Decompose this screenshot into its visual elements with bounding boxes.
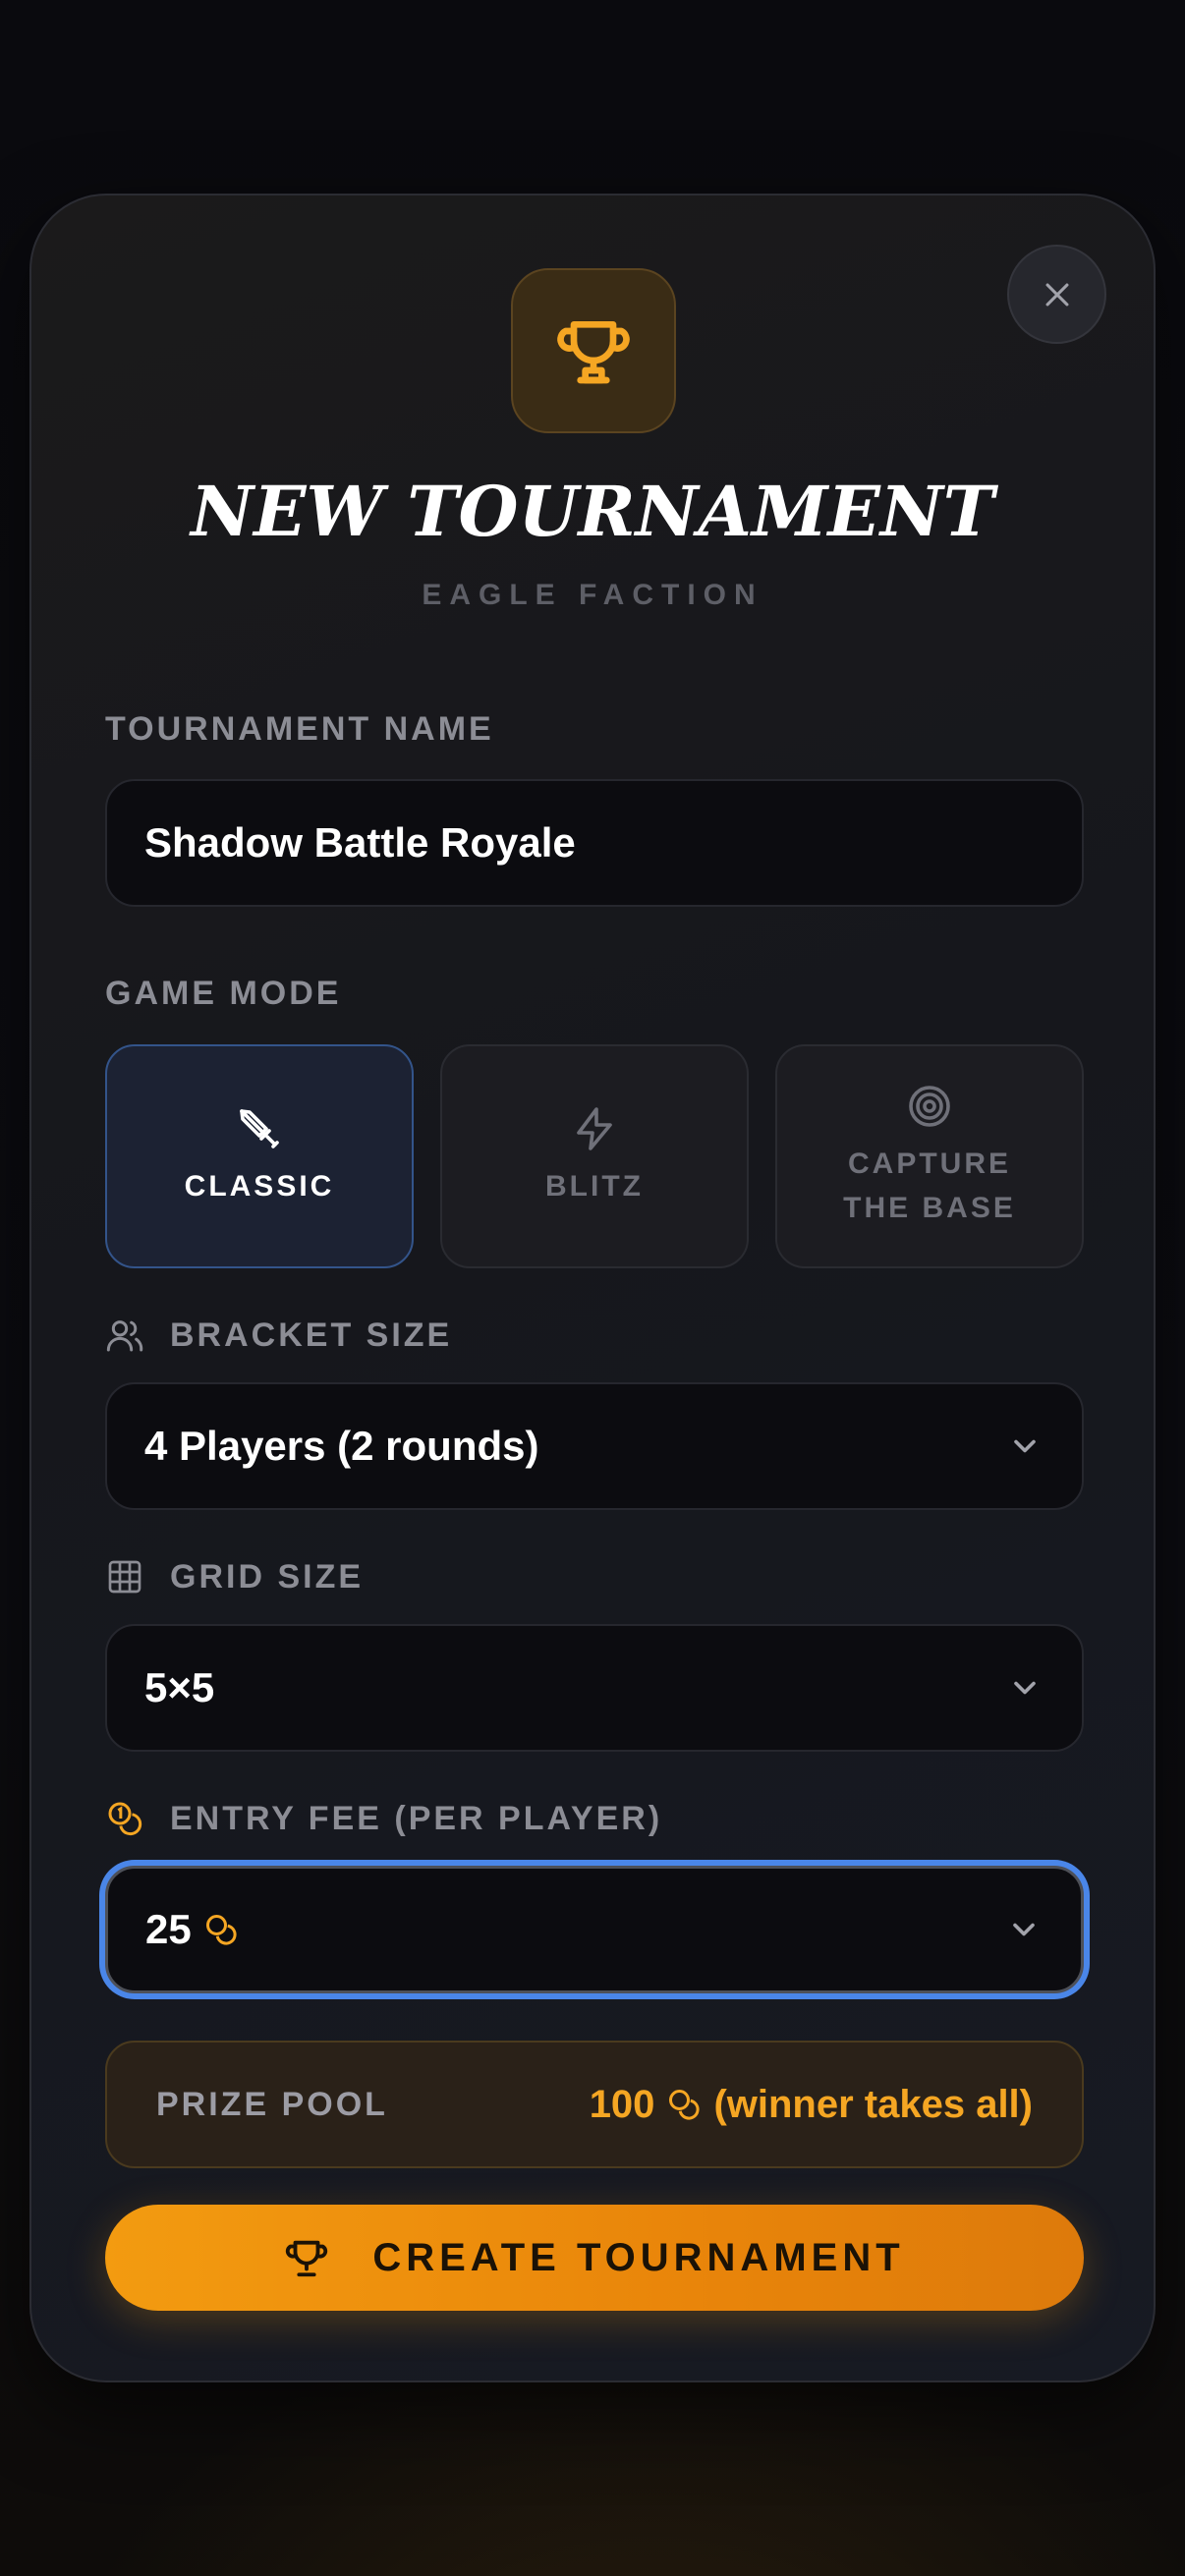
tournament-name-label: TOURNAMENT NAME — [105, 710, 494, 748]
faction-subtitle: EAGLE FACTION — [422, 579, 763, 611]
grid-size-value: 5×5 — [144, 1664, 215, 1710]
coins-icon — [108, 1802, 142, 1836]
entry-fee-value: 25 — [145, 1906, 192, 1952]
sword-icon — [240, 1108, 279, 1148]
game-mode-capture-label-1: CAPTURE — [847, 1148, 1011, 1180]
chevron-down-icon — [1014, 1681, 1036, 1695]
close-icon — [1045, 283, 1068, 306]
prize-pool-value: 100 (winner takes all) — [590, 2083, 1033, 2127]
coin-icon — [205, 1915, 237, 1945]
bracket-size-value: 4 Players (2 rounds) — [144, 1423, 539, 1469]
game-mode-blitz[interactable]: BLITZ — [440, 1044, 749, 1268]
entry-fee-select[interactable]: 25 — [105, 1866, 1084, 1993]
prize-pool-label: PRIZE POOL — [156, 2085, 388, 2123]
game-mode-capture-label-2: THE BASE — [843, 1192, 1016, 1224]
chevron-down-icon — [1013, 1923, 1035, 1936]
create-tournament-button[interactable]: CREATE TOURNAMENT — [105, 2205, 1084, 2311]
prize-pool-note: (winner takes all) — [713, 2082, 1033, 2126]
game-mode-blitz-label: BLITZ — [545, 1169, 644, 1203]
grid-size-select[interactable]: 5×5 — [105, 1624, 1084, 1752]
trophy-icon — [557, 321, 630, 384]
trophy-icon — [286, 2240, 328, 2277]
tournament-name-value: Shadow Battle Royale — [144, 819, 576, 866]
grid-icon — [108, 1560, 141, 1594]
lightning-icon — [577, 1106, 612, 1150]
modal-title: NEW TOURNAMENT — [191, 471, 994, 552]
chevron-down-icon — [1014, 1439, 1036, 1453]
game-mode-capture-the-base[interactable]: CAPTURE THE BASE — [775, 1044, 1084, 1268]
game-mode-classic-label: CLASSIC — [184, 1169, 335, 1203]
prize-pool-panel: PRIZE POOL 100 (winner takes all) — [105, 2041, 1084, 2168]
entry-fee-label: ENTRY FEE (PER PLAYER) — [105, 1799, 662, 1838]
game-mode-label: GAME MODE — [105, 975, 342, 1012]
grid-size-label: GRID SIZE — [105, 1557, 364, 1596]
bracket-size-select[interactable]: 4 Players (2 rounds) — [105, 1382, 1084, 1510]
coin-icon — [669, 2090, 701, 2120]
close-button[interactable] — [1007, 245, 1106, 344]
tournament-name-input[interactable]: Shadow Battle Royale — [105, 779, 1084, 907]
game-mode-classic[interactable]: CLASSIC — [105, 1044, 414, 1268]
bracket-size-label: BRACKET SIZE — [105, 1316, 452, 1355]
target-icon — [909, 1086, 950, 1127]
prize-pool-amount: 100 — [589, 2082, 655, 2126]
create-tournament-modal: NEW TOURNAMENT EAGLE FACTION TOURNAMENT … — [29, 194, 1156, 2382]
users-icon — [106, 1320, 143, 1352]
create-tournament-label: CREATE TOURNAMENT — [372, 2235, 905, 2279]
trophy-badge — [511, 268, 676, 433]
